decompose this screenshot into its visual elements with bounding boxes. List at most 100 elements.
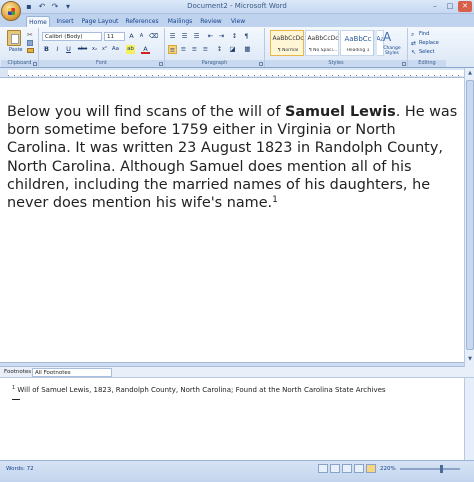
- document-body-text[interactable]: Below you will find scans of the will of…: [7, 103, 459, 212]
- footnotes-selector[interactable]: All Footnotes: [32, 368, 112, 377]
- align-right-icon[interactable]: ≡: [190, 45, 199, 54]
- justify-icon[interactable]: ≡: [201, 45, 210, 54]
- styles-group-label: Styles: [265, 60, 407, 67]
- replace-icon[interactable]: ⇄: [411, 40, 416, 47]
- view-buttons: [318, 464, 376, 473]
- shrink-font-icon[interactable]: A: [137, 32, 146, 41]
- font-color-button[interactable]: A: [141, 45, 150, 54]
- font-group-label: Font: [39, 60, 164, 67]
- style-name: ¶ Normal: [277, 48, 299, 53]
- tab-review[interactable]: Review: [199, 16, 223, 27]
- styles-launcher-icon[interactable]: [402, 62, 406, 66]
- font-launcher-icon[interactable]: [159, 62, 163, 66]
- zoom-level[interactable]: 220%: [380, 466, 396, 472]
- italic-button[interactable]: I: [53, 45, 62, 54]
- increase-indent-icon[interactable]: ⇥: [217, 32, 226, 41]
- vertical-scrollbar[interactable]: ▲ ▼: [464, 68, 474, 367]
- style-name: ¶ No Spaci...: [308, 48, 338, 53]
- paste-icon[interactable]: [7, 30, 21, 46]
- print-layout-icon[interactable]: [318, 464, 328, 473]
- minimize-button[interactable]: –: [428, 1, 442, 12]
- copy-icon[interactable]: [27, 40, 33, 46]
- font-group: Calibri (Body) 11 A A ⌫ B I U abe x₂ x² …: [39, 28, 165, 67]
- change-case-button[interactable]: Aa: [111, 45, 120, 54]
- horizontal-ruler[interactable]: [0, 68, 474, 78]
- replace-button[interactable]: Replace: [419, 40, 439, 46]
- full-screen-icon[interactable]: [330, 464, 340, 473]
- tab-home[interactable]: Home: [26, 16, 50, 27]
- style-heading-1[interactable]: AaBbCc Heading 1: [340, 30, 374, 56]
- tab-mailings[interactable]: Mailings: [165, 16, 195, 27]
- highlight-button[interactable]: ab: [126, 45, 135, 54]
- style-no-spacing[interactable]: AaBbCcDc ¶ No Spaci...: [305, 30, 339, 56]
- footnotes-label: Footnotes: [4, 369, 32, 375]
- maximize-button[interactable]: □: [443, 1, 457, 12]
- bold-button[interactable]: B: [42, 45, 51, 54]
- scroll-up-icon[interactable]: ▲: [466, 69, 474, 78]
- cut-icon[interactable]: ✂: [27, 31, 33, 39]
- body-text-intro: Below you will find scans of the will of: [7, 104, 285, 120]
- subscript-button[interactable]: x₂: [90, 45, 99, 54]
- footnotes-pane[interactable]: 1 Will of Samuel Lewis, 1823, Randolph C…: [0, 378, 464, 460]
- underline-button[interactable]: U: [64, 45, 73, 54]
- font-size-select[interactable]: 11: [104, 32, 125, 41]
- format-painter-icon[interactable]: [27, 48, 34, 53]
- find-icon[interactable]: ⌕: [411, 31, 414, 39]
- window-title: Document2 - Microsoft Word: [187, 2, 287, 10]
- align-left-icon[interactable]: ≡: [168, 45, 177, 54]
- grow-font-icon[interactable]: A: [127, 32, 136, 41]
- strikethrough-button[interactable]: abe: [76, 45, 89, 54]
- align-center-icon[interactable]: ≡: [179, 45, 188, 54]
- styles-group: AaBbCcDc ¶ Normal AaBbCcDc ¶ No Spaci...…: [265, 28, 408, 67]
- styles-scroll[interactable]: [373, 30, 377, 56]
- zoom-slider-knob[interactable]: [440, 465, 443, 473]
- multilevel-list-icon[interactable]: ☰: [192, 32, 201, 41]
- change-styles-icon[interactable]: A: [383, 30, 391, 44]
- draft-icon[interactable]: [366, 464, 376, 473]
- zoom-slider[interactable]: [400, 468, 460, 470]
- text-cursor: [12, 399, 20, 400]
- clipboard-group: Paste ✂ Clipboard: [1, 28, 39, 67]
- paste-button[interactable]: Paste: [9, 47, 23, 53]
- bullets-icon[interactable]: ☰: [168, 32, 177, 41]
- sort-icon[interactable]: ↕: [230, 32, 239, 41]
- window-controls: – □ ✕: [428, 1, 472, 12]
- superscript-button[interactable]: x²: [100, 45, 109, 54]
- editing-group-label: Editing: [408, 60, 446, 67]
- select-button[interactable]: Select: [419, 49, 434, 55]
- tab-page-layout[interactable]: Page Layout: [81, 16, 119, 27]
- shading-icon[interactable]: ◪: [228, 45, 237, 54]
- tab-insert[interactable]: Insert: [53, 16, 77, 27]
- close-button[interactable]: ✕: [458, 1, 472, 12]
- scroll-thumb[interactable]: [466, 80, 474, 350]
- tab-references[interactable]: References: [124, 16, 160, 27]
- change-styles-button[interactable]: Change Styles: [379, 46, 405, 56]
- footnotes-scrollbar[interactable]: [464, 378, 474, 460]
- word-count[interactable]: Words: 72: [6, 466, 34, 472]
- line-spacing-icon[interactable]: ↕: [215, 45, 224, 54]
- clipboard-launcher-icon[interactable]: [33, 62, 37, 66]
- clear-formatting-icon[interactable]: ⌫: [149, 32, 158, 41]
- numbering-icon[interactable]: ☰: [180, 32, 189, 41]
- outline-icon[interactable]: [354, 464, 364, 473]
- document-page[interactable]: Below you will find scans of the will of…: [0, 79, 464, 362]
- office-button[interactable]: [1, 1, 21, 21]
- ribbon: Paste ✂ Clipboard Calibri (Body) 11 A A …: [0, 27, 474, 68]
- ribbon-tabs: Home Insert Page Layout References Maili…: [0, 14, 474, 27]
- style-name: Heading 1: [346, 48, 370, 53]
- show-marks-icon[interactable]: ¶: [242, 32, 251, 41]
- footnote-reference[interactable]: 1: [272, 195, 278, 205]
- paragraph-launcher-icon[interactable]: [259, 62, 263, 66]
- find-button[interactable]: Find: [419, 31, 429, 37]
- decrease-indent-icon[interactable]: ⇤: [206, 32, 215, 41]
- footnote-text: Will of Samuel Lewis, 1823, Randolph Cou…: [15, 386, 386, 394]
- footnote-entry[interactable]: 1 Will of Samuel Lewis, 1823, Randolph C…: [12, 385, 386, 394]
- tab-view[interactable]: View: [227, 16, 249, 27]
- scroll-down-icon[interactable]: ▼: [466, 355, 474, 364]
- font-name-select[interactable]: Calibri (Body): [42, 32, 102, 41]
- style-normal[interactable]: AaBbCcDc ¶ Normal: [270, 30, 304, 56]
- web-layout-icon[interactable]: [342, 464, 352, 473]
- select-icon[interactable]: ↖: [411, 49, 416, 56]
- borders-icon[interactable]: ▦: [243, 45, 252, 54]
- body-text-rest: . He was born sometime before 1759 eithe…: [7, 104, 458, 212]
